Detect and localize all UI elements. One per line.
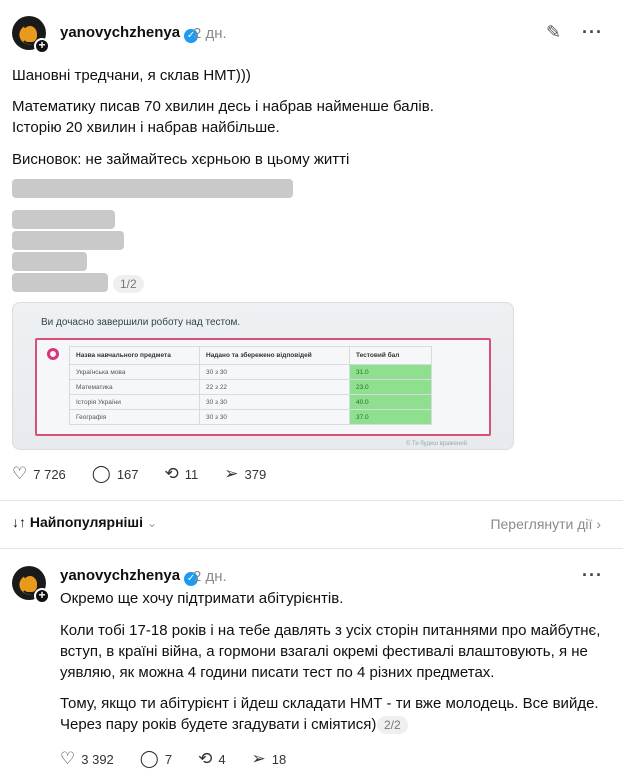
edit-icon[interactable]: ✎ xyxy=(546,22,561,43)
post-username[interactable]: yanovychzhenya ✓ xyxy=(60,24,199,43)
repost-icon: ⟲ xyxy=(198,749,213,768)
post-actions: ♡ 7 726 ◯ 167 ⟲ 11 ➢ 379 xyxy=(12,464,292,484)
more-icon[interactable]: ··· xyxy=(582,565,603,586)
more-icon[interactable]: ··· xyxy=(582,22,603,43)
like-button[interactable]: ♡ 3 392 xyxy=(60,749,114,769)
reply-actions: ♡ 3 392 ◯ 7 ⟲ 4 ➢ 18 xyxy=(60,749,312,769)
redacted-text xyxy=(12,273,108,292)
page-badge: 1/2 xyxy=(113,275,144,293)
reply-line-1: Окремо ще хочу підтримати абітурієнтів. xyxy=(60,590,344,607)
post-image[interactable]: Ви дочасно завершили роботу над тестом. … xyxy=(12,302,514,450)
avatar-plus-icon[interactable]: + xyxy=(34,588,50,604)
post-line-4: Висновок: не займайтесь хєрньою в цьому … xyxy=(12,151,350,168)
comment-button[interactable]: ◯ 7 xyxy=(140,749,172,769)
reply-line-4: уявляю, як можна 4 години писати тест по… xyxy=(60,664,495,681)
col-score: Тестовий бал xyxy=(349,346,432,365)
redacted-text xyxy=(12,231,124,250)
reply-line-3: вступ, в країні війна, а гормони взагалі… xyxy=(60,643,588,660)
record-icon xyxy=(47,348,59,360)
comment-button[interactable]: ◯ 167 xyxy=(92,464,139,484)
table-row: Українська мова 30 з 30 31.0 xyxy=(69,364,432,380)
comment-icon: ◯ xyxy=(139,749,159,768)
redacted-text xyxy=(12,210,115,229)
repost-button[interactable]: ⟲ 4 xyxy=(198,749,225,769)
results-frame: Назва навчального предмета Надано та збе… xyxy=(35,338,491,436)
redacted-text xyxy=(12,179,293,198)
share-icon: ➢ xyxy=(224,464,239,483)
post-line-3: Історію 20 хвилин і набрав найбільше. xyxy=(12,119,280,136)
redacted-text xyxy=(12,252,87,271)
table-row: Історія України 30 з 30 40.0 xyxy=(69,394,432,410)
image-heading: Ви дочасно завершили роботу над тестом. xyxy=(41,317,241,328)
post-line-1: Шановні тредчани, я склав НМТ))) xyxy=(12,67,251,84)
share-button[interactable]: ➢ 379 xyxy=(224,464,266,484)
heart-icon: ♡ xyxy=(60,749,76,768)
repost-icon: ⟲ xyxy=(164,464,179,483)
reply-line-6: Через пару років будете згадувати і смія… xyxy=(60,716,377,733)
view-activity-link[interactable]: Переглянути дії › xyxy=(490,516,601,532)
post-line-2: Математику писав 70 хвилин десь і набрав… xyxy=(12,98,434,115)
reply-post: + yanovychzhenya ✓ 2 дн. ··· Окремо ще хо… xyxy=(0,548,623,780)
avatar-plus-icon[interactable]: + xyxy=(34,38,50,54)
share-icon: ➢ xyxy=(251,749,266,768)
table-row: Географія 30 з 30 37.0 xyxy=(69,409,432,425)
repost-button[interactable]: ⟲ 11 xyxy=(165,464,199,484)
main-post: + yanovychzhenya ✓ 2 дн. ✎ ··· Шановні тр… xyxy=(0,0,623,500)
page-badge: 2/2 xyxy=(377,716,408,734)
chevron-right-icon: › xyxy=(596,516,601,532)
col-subject: Назва навчального предмета xyxy=(69,346,200,365)
reply-line-5: Тому, якщо ти абітурієнт і йдеш складати… xyxy=(60,695,599,712)
sort-dropdown[interactable]: ↓↑ Найпопулярніші ⌄ xyxy=(12,514,157,530)
avatar[interactable]: + xyxy=(12,566,50,604)
reply-username[interactable]: yanovychzhenya ✓ xyxy=(60,567,199,586)
comment-icon: ◯ xyxy=(91,464,111,483)
reply-time: 2 дн. xyxy=(193,568,227,585)
post-time: 2 дн. xyxy=(193,25,227,42)
heart-icon: ♡ xyxy=(12,464,28,483)
share-button[interactable]: ➢ 18 xyxy=(252,749,287,769)
results-table: Назва навчального предмета Надано та збе… xyxy=(69,346,432,425)
reply-line-2: Коли тобі 17-18 років і на тебе давлять … xyxy=(60,622,601,639)
divider xyxy=(0,500,623,501)
image-footer: © Ти будеш вражений xyxy=(405,441,467,447)
sort-icon: ↓↑ xyxy=(12,514,26,530)
col-answers: Надано та збережено відповідей xyxy=(199,346,350,365)
chevron-down-icon: ⌄ xyxy=(146,516,158,530)
avatar[interactable]: + xyxy=(12,16,50,54)
table-row: Математика 22 з 22 23.0 xyxy=(69,379,432,395)
like-button[interactable]: ♡ 7 726 xyxy=(12,464,66,484)
